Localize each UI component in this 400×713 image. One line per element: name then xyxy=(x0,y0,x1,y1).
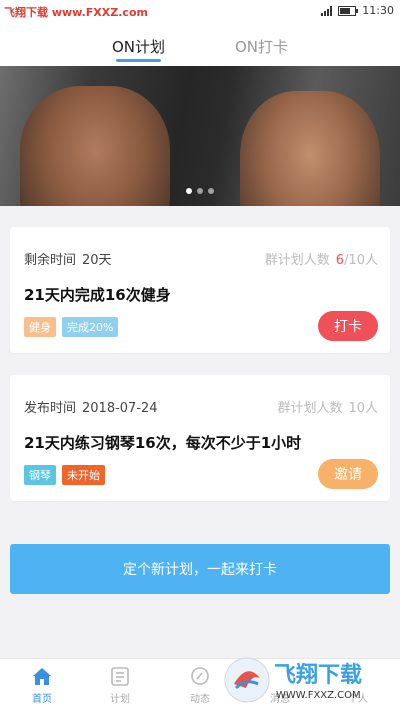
member-count-current: 6 xyxy=(335,253,345,268)
plan-tags: 健身 完成20% xyxy=(24,317,119,337)
status-indicators: 11:30 xyxy=(321,4,394,17)
member-count-total: /10人 xyxy=(344,253,378,268)
top-tabs: ON计划 ON打卡 xyxy=(0,24,400,66)
member-count-label: 群计划人数 xyxy=(277,401,343,416)
plan-title: 21天内完成16次健身 xyxy=(24,286,171,304)
watermark-text: 飞翔下载 www.FXXZ.com xyxy=(4,6,148,19)
carousel-dot[interactable] xyxy=(208,188,214,194)
plan-tags: 钢琴 未开始 xyxy=(24,465,105,485)
carousel-dot[interactable] xyxy=(186,188,192,194)
member-count-label: 群计划人数 xyxy=(264,253,330,268)
battery-icon xyxy=(338,5,359,16)
watermark-url: WWW.FXXZ.COM xyxy=(276,690,361,701)
tab-on-checkin[interactable]: ON打卡 xyxy=(235,24,288,66)
nav-label: 首页 xyxy=(32,694,52,705)
banner-carousel[interactable] xyxy=(0,66,400,206)
new-plan-button[interactable]: 定个新计划，一起来打卡 xyxy=(10,544,390,594)
tag-status: 未开始 xyxy=(62,465,105,485)
member-count: 群计划人数 6/10人 xyxy=(265,249,378,268)
plan-icon xyxy=(109,665,131,687)
signal-icon xyxy=(321,5,333,16)
plan-meta-label: 剩余时间 xyxy=(24,253,77,268)
tag-progress: 完成20% xyxy=(62,317,119,337)
feed-icon xyxy=(189,665,211,687)
carousel-dot[interactable] xyxy=(197,188,203,194)
nav-item-feed[interactable]: 动态 xyxy=(170,665,230,705)
tab-on-plan[interactable]: ON计划 xyxy=(112,24,165,66)
tag-category: 健身 xyxy=(24,317,56,337)
nav-label: 计划 xyxy=(110,694,130,705)
home-icon xyxy=(31,665,53,687)
plan-card[interactable]: 发布时间 2018-07-24 群计划人数 10人 21天内练习钢琴16次，每次不少… xyxy=(10,375,390,501)
member-count: 群计划人数 10人 xyxy=(277,397,378,416)
invite-button[interactable]: 邀请 xyxy=(318,459,378,489)
plan-card[interactable]: 剩余时间 20天 群计划人数 6/10人 21天内完成16次健身 健身 完成20% … xyxy=(10,227,390,353)
carousel-indicator xyxy=(0,188,400,194)
nav-item-home[interactable]: 首页 xyxy=(12,665,72,705)
nav-item-plan[interactable]: 计划 xyxy=(90,665,150,705)
nav-label: 动态 xyxy=(190,694,210,705)
watermark-brand: 飞翔下载 xyxy=(274,662,362,688)
plan-meta-label: 发布时间 xyxy=(24,401,77,416)
status-bar: 飞翔下载 www.FXXZ.com 11:30 xyxy=(0,0,400,24)
plan-meta-value: 2018-07-24 xyxy=(82,401,158,416)
tag-category: 钢琴 xyxy=(24,465,56,485)
plan-meta-value: 20天 xyxy=(82,253,112,268)
plan-meta: 发布时间 2018-07-24 xyxy=(24,397,158,416)
member-count-total: 10人 xyxy=(348,401,378,416)
status-time: 11:30 xyxy=(362,4,394,17)
plan-meta: 剩余时间 20天 xyxy=(24,249,112,268)
plan-title: 21天内练习钢琴16次，每次不少于1小时 xyxy=(24,434,302,452)
checkin-button[interactable]: 打卡 xyxy=(318,311,378,341)
site-watermark-logo: 飞翔下载 WWW.FXXZ.COM xyxy=(224,657,362,703)
